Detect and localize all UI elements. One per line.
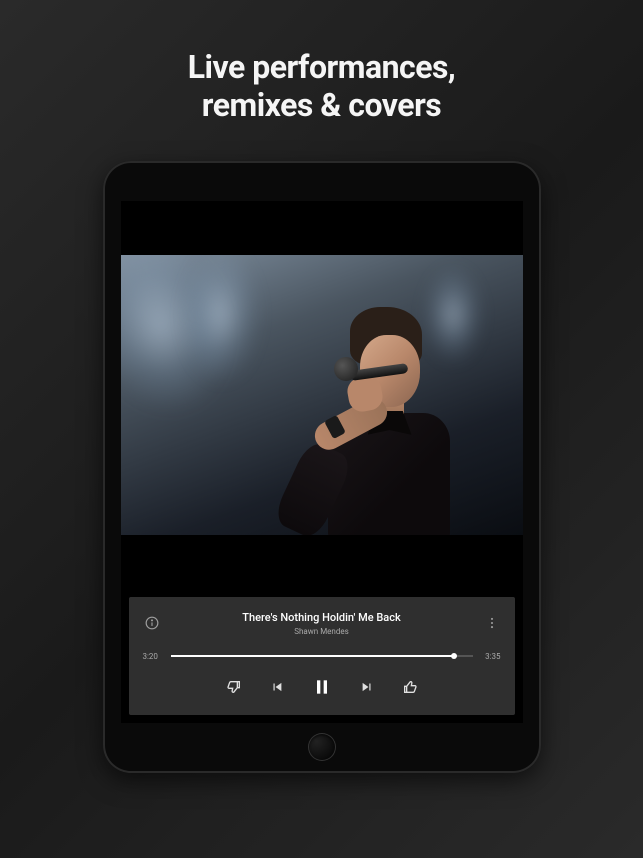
track-artist: Shawn Mendes xyxy=(161,627,483,636)
like-button[interactable] xyxy=(402,679,418,695)
dislike-button[interactable] xyxy=(226,679,242,695)
track-meta: There's Nothing Holdin' Me Back Shawn Me… xyxy=(161,611,483,636)
seek-bar[interactable] xyxy=(171,655,473,657)
tablet-screen: There's Nothing Holdin' Me Back Shawn Me… xyxy=(121,201,523,723)
video-area[interactable] xyxy=(121,201,523,589)
time-total: 3:35 xyxy=(481,652,501,661)
marketing-headline: Live performances, remixes & covers xyxy=(188,48,456,125)
headline-line-2: remixes & covers xyxy=(188,86,456,124)
headline-line-1: Live performances, xyxy=(188,48,456,86)
track-title: There's Nothing Holdin' Me Back xyxy=(161,611,483,624)
time-elapsed: 3:20 xyxy=(143,652,163,661)
progress-fill xyxy=(171,655,455,657)
pause-button[interactable] xyxy=(312,677,332,697)
player-panel: There's Nothing Holdin' Me Back Shawn Me… xyxy=(129,597,515,715)
tablet-device-frame: There's Nothing Holdin' Me Back Shawn Me… xyxy=(103,161,541,773)
progress-handle[interactable] xyxy=(451,653,457,659)
previous-button[interactable] xyxy=(270,680,284,694)
performer-illustration xyxy=(298,295,478,535)
info-icon[interactable] xyxy=(143,614,161,632)
video-thumbnail xyxy=(121,255,523,535)
next-button[interactable] xyxy=(360,680,374,694)
track-info-row: There's Nothing Holdin' Me Back Shawn Me… xyxy=(143,611,501,636)
progress-row: 3:20 3:35 xyxy=(143,652,501,661)
tablet-home-button xyxy=(308,733,336,761)
more-icon[interactable] xyxy=(483,614,501,632)
playback-controls xyxy=(143,677,501,697)
